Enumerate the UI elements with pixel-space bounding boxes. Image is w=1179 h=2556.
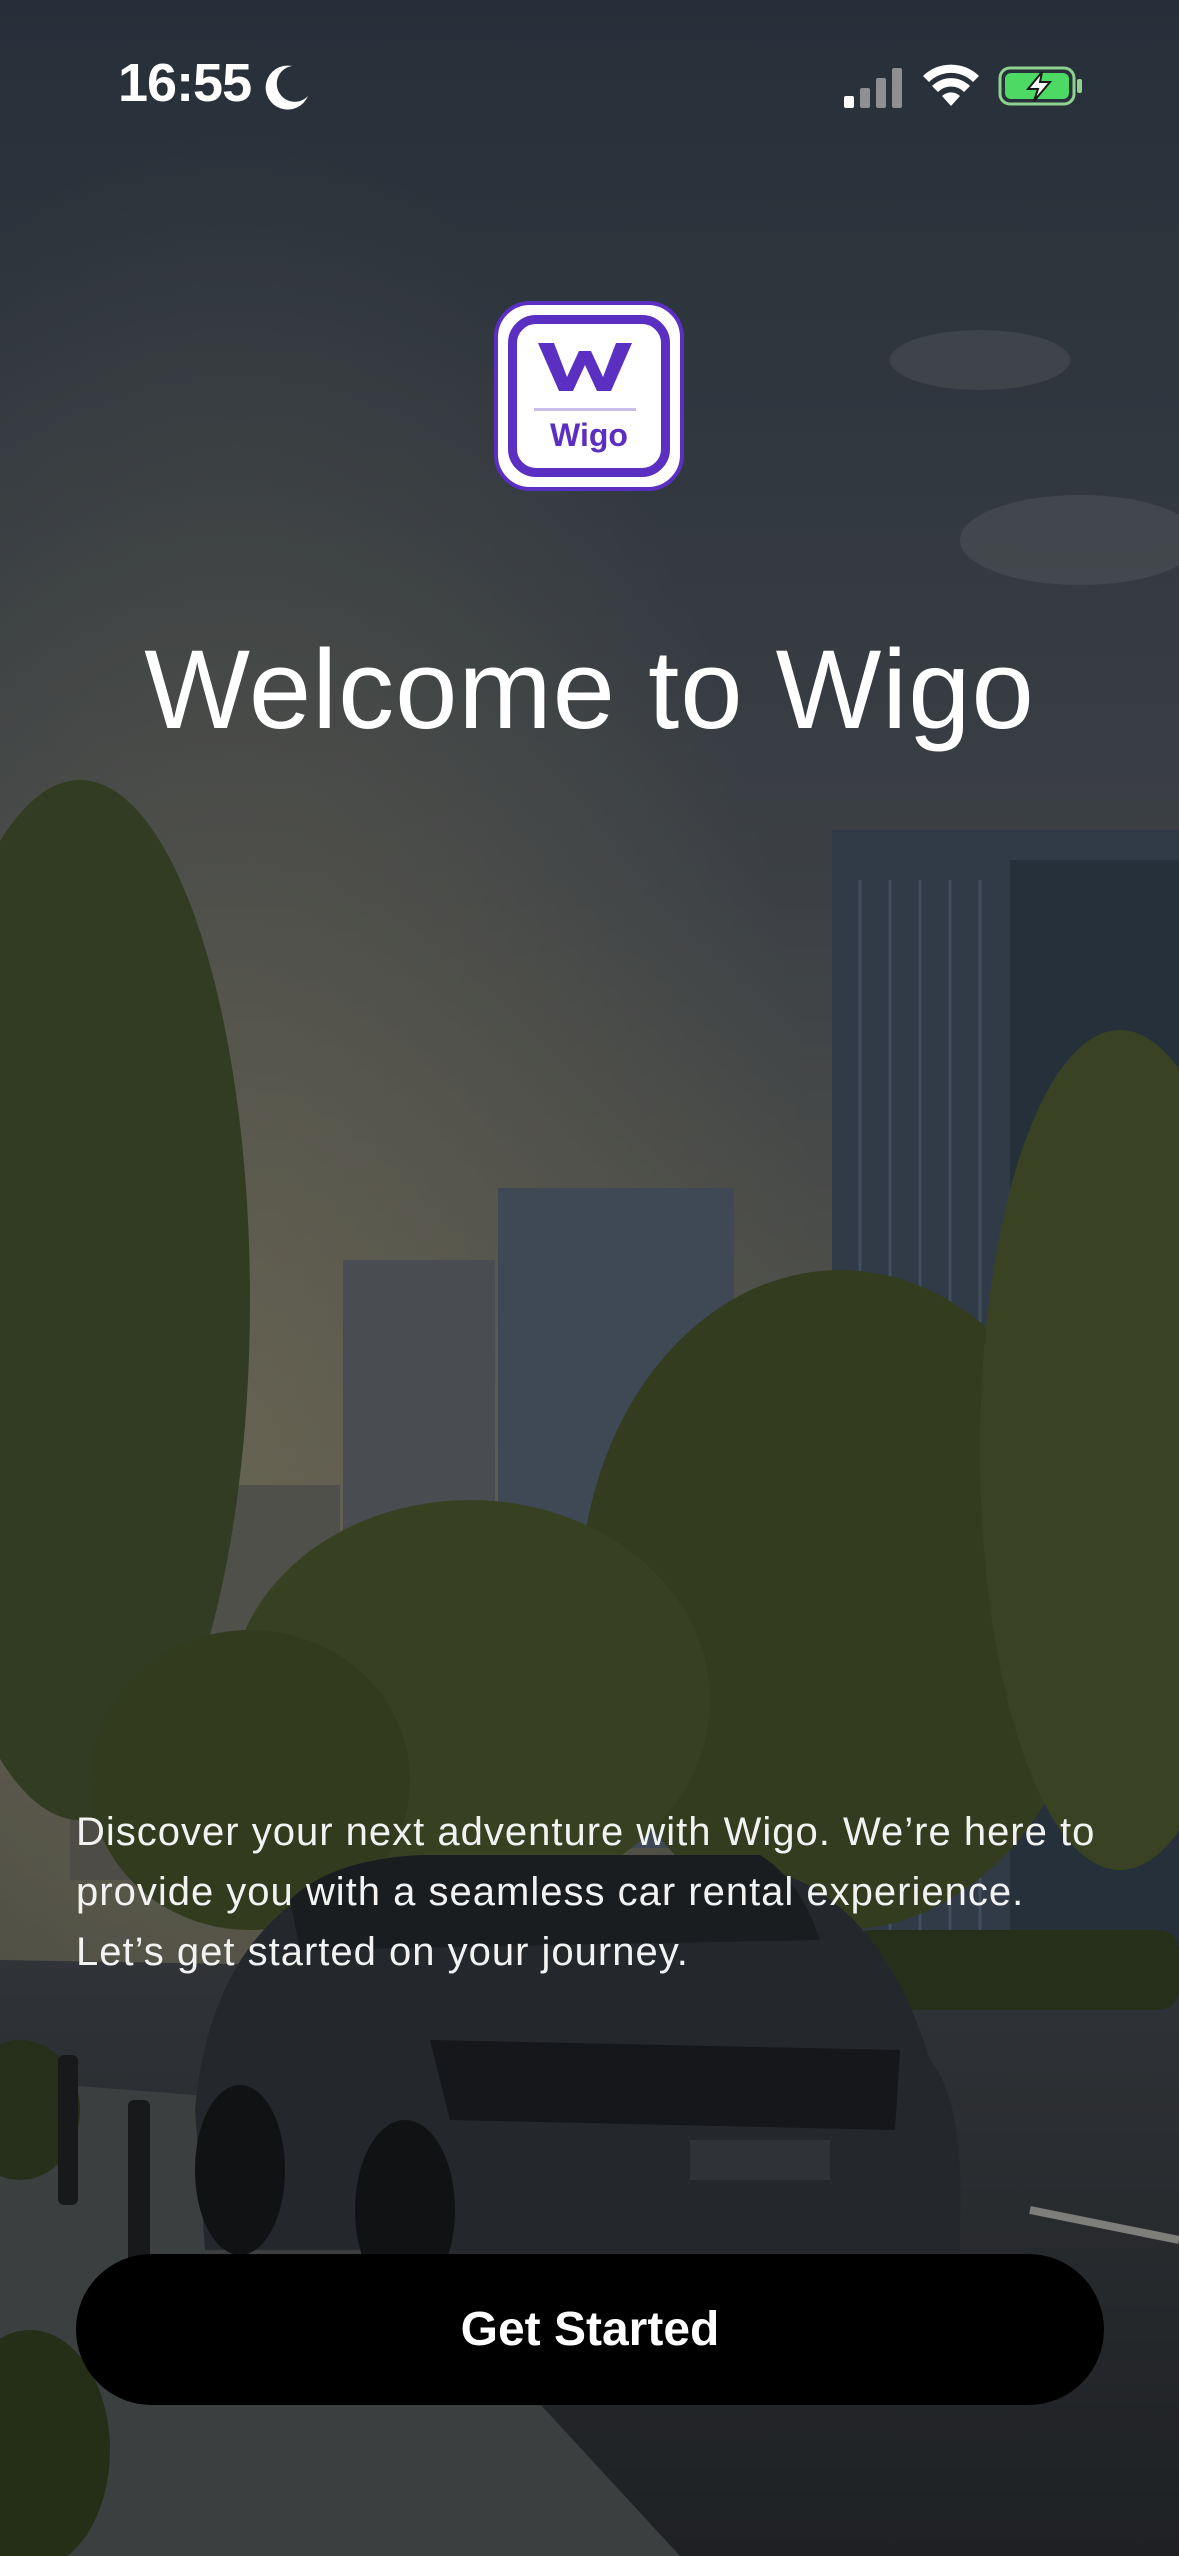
battery-charging-icon bbox=[998, 66, 1082, 106]
welcome-intro: Discover your next adventure with Wigo. … bbox=[76, 1802, 1116, 1982]
intro-text-2: Let’s get started on your journey. bbox=[76, 1930, 689, 1974]
status-bar: 16:55 bbox=[0, 0, 1179, 160]
intro-text-1: Discover your next adventure with Wigo. … bbox=[76, 1810, 1096, 1914]
welcome-title: Welcome to Wigo bbox=[144, 627, 1035, 752]
logo-wordmark: Wigo bbox=[550, 417, 628, 453]
get-started-button[interactable]: Get Started bbox=[76, 2254, 1104, 2405]
cellular-signal-icon bbox=[844, 68, 902, 108]
app-logo: Wigo bbox=[494, 301, 684, 491]
logo-w-mark bbox=[538, 343, 632, 391]
status-time: 16:55 bbox=[118, 53, 252, 113]
logo-divider bbox=[534, 408, 636, 411]
moon-icon bbox=[265, 65, 308, 110]
wifi-icon bbox=[923, 64, 979, 106]
